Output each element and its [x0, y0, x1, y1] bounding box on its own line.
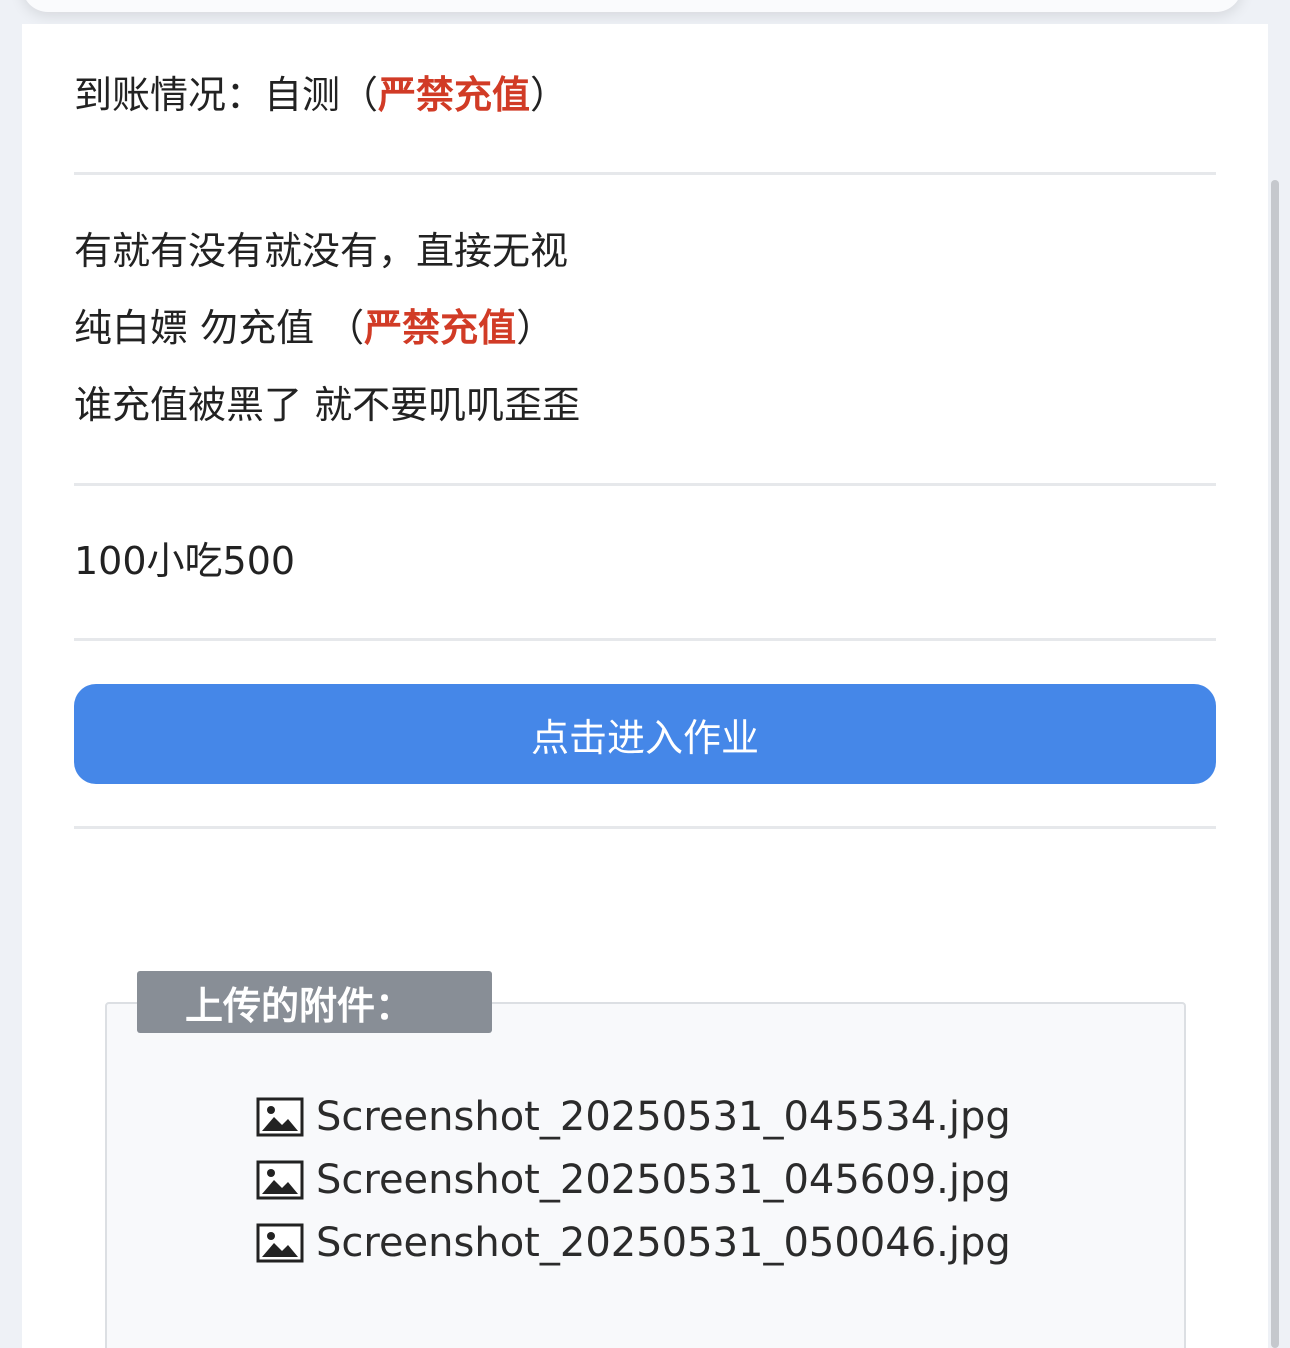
divider [74, 638, 1216, 641]
attachment-filename: Screenshot_20250531_045534.jpg [316, 1094, 1011, 1140]
enter-assignment-button[interactable]: 点击进入作业 [74, 684, 1216, 784]
attachment-link[interactable]: Screenshot_20250531_045609.jpg [256, 1155, 1011, 1205]
attachment-link[interactable]: Screenshot_20250531_045534.jpg [256, 1092, 1011, 1142]
attachment-filename: Screenshot_20250531_045609.jpg [316, 1157, 1011, 1203]
attachments-legend: 上传的附件： [137, 971, 492, 1033]
page: 到账情况：自测（严禁充值） 有就有没有就没有，直接无视 纯白嫖 勿充值 （严禁充… [0, 0, 1290, 1348]
arrival-prefix: 到账情况：自测（ [74, 73, 379, 117]
offer-text: 100小吃500 [74, 539, 296, 583]
divider [74, 483, 1216, 486]
scrollbar[interactable] [1271, 180, 1279, 1348]
note-line-2-prefix: 纯白嫖 勿充值 （ [74, 306, 365, 350]
image-file-icon [256, 1160, 304, 1200]
note-warning: 严禁充值 [364, 306, 517, 350]
note-line-3: 谁充值被黑了 就不要叽叽歪歪 [74, 383, 581, 427]
image-file-icon [256, 1097, 304, 1137]
image-file-icon [256, 1223, 304, 1263]
arrival-status: 到账情况：自测（严禁充值） [74, 76, 568, 114]
arrival-suffix: ） [530, 73, 569, 117]
note-line-2: 纯白嫖 勿充值 （严禁充值） [74, 309, 554, 347]
divider [74, 826, 1216, 829]
note-line-2-suffix: ） [516, 306, 555, 350]
arrival-warning: 严禁充值 [378, 73, 531, 117]
top-card [22, 0, 1242, 12]
attachment-filename: Screenshot_20250531_050046.jpg [316, 1220, 1011, 1266]
note-line-1: 有就有没有就没有，直接无视 [74, 229, 569, 273]
attachment-link[interactable]: Screenshot_20250531_050046.jpg [256, 1218, 1011, 1268]
divider [74, 172, 1216, 175]
